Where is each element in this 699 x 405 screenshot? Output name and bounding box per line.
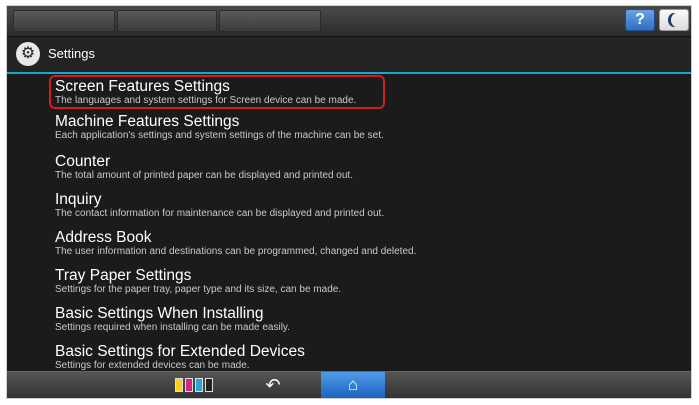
item-name: Tray Paper Settings <box>55 267 192 284</box>
toner-black <box>205 378 213 392</box>
list-item-machine-features-settings[interactable]: Machine Features Settings Each applicati… <box>49 113 569 151</box>
back-icon: ↶ <box>265 374 281 395</box>
help-button[interactable]: ? <box>625 9 655 31</box>
toner-cyan <box>195 378 203 392</box>
help-label: ? <box>635 11 645 28</box>
back-button[interactable]: ↶ <box>243 372 303 398</box>
item-description: The languages and system settings for Sc… <box>55 95 357 106</box>
home-button[interactable]: ⌂ <box>321 372 385 398</box>
item-name: Basic Settings for Extended Devices <box>55 343 305 360</box>
energy-saver-button[interactable] <box>659 9 689 31</box>
list-item-basic-settings-when-installing[interactable]: Basic Settings When Installing Settings … <box>49 305 569 343</box>
item-name: Address Book <box>55 229 152 246</box>
page-title: Settings <box>48 46 95 61</box>
item-name: Machine Features Settings <box>55 113 240 130</box>
item-name: Basic Settings When Installing <box>55 305 264 322</box>
item-description: Each application's settings and system s… <box>55 130 384 141</box>
list-item-address-book[interactable]: Address Book The user information and de… <box>49 229 569 267</box>
home-icon: ⌂ <box>347 375 359 394</box>
device-screen: ? ⚙ Settings Screen Features Settings Th… <box>6 5 692 399</box>
item-name: Inquiry <box>55 191 102 208</box>
gear-icon: ⚙ <box>16 42 40 66</box>
item-description: The contact information for maintenance … <box>55 208 385 219</box>
status-segment <box>219 10 321 32</box>
list-item-tray-paper-settings[interactable]: Tray Paper Settings Settings for the pap… <box>49 267 569 305</box>
list-item-counter[interactable]: Counter The total amount of printed pape… <box>49 153 569 191</box>
item-description: Settings required when installing can be… <box>55 322 290 333</box>
title-bar: ⚙ Settings <box>7 37 691 74</box>
moon-icon <box>671 13 683 27</box>
item-description: The total amount of printed paper can be… <box>55 170 353 181</box>
toner-magenta <box>185 378 193 392</box>
status-bar: ? <box>7 6 691 37</box>
item-description: The user information and destinations ca… <box>55 246 417 257</box>
item-name: Screen Features Settings <box>55 78 230 95</box>
toner-yellow <box>175 378 183 392</box>
bottom-bar: ↶ ⌂ <box>7 371 691 398</box>
list-item-inquiry[interactable]: Inquiry The contact information for main… <box>49 191 569 229</box>
status-segment <box>117 10 217 32</box>
item-description: Settings for the paper tray, paper type … <box>55 284 342 295</box>
toner-level-icon[interactable] <box>175 378 213 392</box>
status-segment <box>13 10 115 32</box>
list-item-screen-features-settings[interactable]: Screen Features Settings The languages a… <box>49 75 385 109</box>
item-name: Counter <box>55 153 111 170</box>
